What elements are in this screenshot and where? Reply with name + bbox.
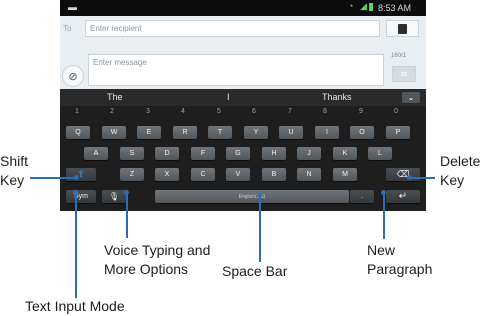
shift-callout-line xyxy=(30,177,77,179)
chevron-down-icon: ⌄ xyxy=(407,93,415,102)
key-f[interactable]: F xyxy=(191,147,215,160)
shift-key-label: Shift Key xyxy=(0,153,29,188)
space-bar-label-callout: Space Bar xyxy=(222,263,288,279)
key-l[interactable]: L xyxy=(368,147,392,160)
key-v[interactable]: V xyxy=(226,168,250,181)
sym-key[interactable]: Sym xyxy=(66,190,96,203)
key-j[interactable]: J xyxy=(297,147,321,160)
new-paragraph-label: New Paragraph xyxy=(367,242,433,277)
key-e[interactable]: E xyxy=(137,126,161,139)
delete-callout-line xyxy=(410,177,435,179)
key-q[interactable]: Q xyxy=(66,126,90,139)
return-arrow-icon: ↵ xyxy=(398,191,408,202)
expand-suggestions-button[interactable]: ⌄ xyxy=(402,92,420,103)
key-o[interactable]: O xyxy=(350,126,374,139)
key-p[interactable]: P xyxy=(386,126,410,139)
keyboard: 1 2 3 4 5 6 7 8 9 0 Q W E R T Y U I O P … xyxy=(60,106,426,211)
to-label: To xyxy=(63,24,72,33)
number-hint: 6 xyxy=(252,108,256,115)
number-hint: 3 xyxy=(146,108,150,115)
send-icon: ✉ xyxy=(400,69,408,79)
number-hint: 4 xyxy=(181,108,185,115)
period-key[interactable]: . xyxy=(350,190,374,203)
shift-key[interactable]: ⇧ xyxy=(66,168,96,181)
microphone-icon: 🎙 xyxy=(108,192,120,201)
key-b[interactable]: B xyxy=(262,168,286,181)
key-a[interactable]: A xyxy=(84,147,108,160)
key-x[interactable]: X xyxy=(155,168,179,181)
send-button[interactable]: ✉ xyxy=(392,66,416,82)
paperclip-icon: ⊘ xyxy=(68,70,78,83)
key-g[interactable]: G xyxy=(226,147,250,160)
suggestion-3[interactable]: Thanks xyxy=(322,92,352,102)
key-n[interactable]: N xyxy=(297,168,321,181)
contacts-button[interactable] xyxy=(386,20,419,37)
key-t[interactable]: T xyxy=(208,126,232,139)
number-hint: 8 xyxy=(323,108,327,115)
sym-callout-dot xyxy=(73,190,78,195)
number-hint: 1 xyxy=(75,108,79,115)
key-z[interactable]: Z xyxy=(120,168,144,181)
space-callout-line xyxy=(259,195,261,262)
suggestion-bar: The I Thanks ⌄ xyxy=(60,89,426,106)
clock-text: 8:53 AM xyxy=(378,3,412,13)
key-i[interactable]: I xyxy=(315,126,339,139)
wifi-icon: ◔ xyxy=(348,1,354,11)
compose-area: To Enter recipient ⊘ Enter message 160/1… xyxy=(60,16,426,89)
key-h[interactable]: H xyxy=(262,147,286,160)
delete-key-label: Delete Key xyxy=(440,153,481,188)
number-hint: 2 xyxy=(110,108,114,115)
key-w[interactable]: W xyxy=(102,126,126,139)
recipient-input[interactable]: Enter recipient xyxy=(85,20,380,37)
key-c[interactable]: C xyxy=(191,168,215,181)
phone-screen: ▬ ◔ ◢ 8:53 AM To Enter recipient ⊘ Enter… xyxy=(60,0,426,211)
attach-button[interactable]: ⊘ xyxy=(62,65,84,87)
suggestion-1[interactable]: The xyxy=(107,92,123,102)
delete-key[interactable]: ⌫ xyxy=(386,168,420,181)
enter-callout-line xyxy=(383,192,385,239)
suggestion-2[interactable]: I xyxy=(227,92,230,102)
number-hint: 5 xyxy=(217,108,221,115)
key-s[interactable]: S xyxy=(120,147,144,160)
delete-callout-dot xyxy=(407,175,412,180)
key-r[interactable]: R xyxy=(173,126,197,139)
contact-icon xyxy=(398,23,407,34)
key-k[interactable]: K xyxy=(333,147,357,160)
key-m[interactable]: M xyxy=(333,168,357,181)
key-d[interactable]: D xyxy=(155,147,179,160)
key-u[interactable]: U xyxy=(279,126,303,139)
voice-callout-line xyxy=(126,192,128,238)
voice-input-key[interactable]: 🎙 xyxy=(102,190,126,203)
number-hint: 0 xyxy=(394,108,398,115)
number-hint: 9 xyxy=(359,108,363,115)
space-callout-dot xyxy=(257,193,262,198)
message-input[interactable]: Enter message xyxy=(88,54,384,86)
notification-icon: ▬ xyxy=(68,2,77,12)
character-counter: 160/1 xyxy=(391,53,407,59)
signal-icon: ◢ xyxy=(360,1,367,11)
status-bar: ▬ ◔ ◢ 8:53 AM xyxy=(60,0,426,16)
text-input-mode-label: Text Input Mode xyxy=(25,298,125,314)
number-hint: 7 xyxy=(288,108,292,115)
enter-key[interactable]: ↵ xyxy=(386,190,420,203)
enter-callout-dot xyxy=(381,190,386,195)
voice-callout-dot xyxy=(124,190,129,195)
key-y[interactable]: Y xyxy=(244,126,268,139)
sym-callout-line xyxy=(75,192,77,298)
space-bar[interactable]: English(US) xyxy=(155,190,349,203)
shift-callout-dot xyxy=(74,175,79,180)
battery-icon xyxy=(369,3,373,11)
